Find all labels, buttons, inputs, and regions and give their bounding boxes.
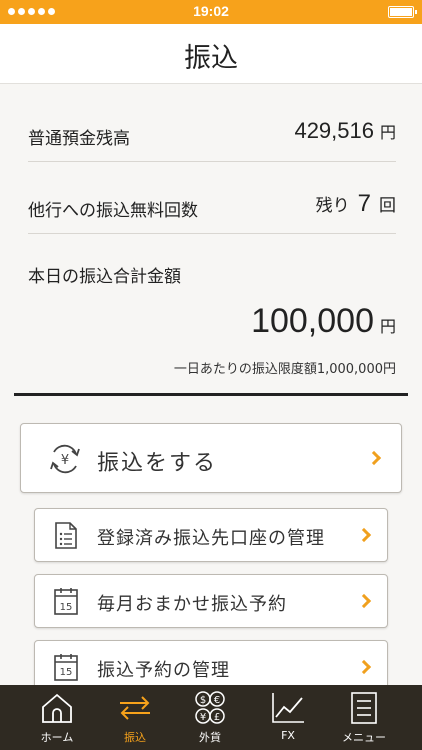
- divider: [28, 161, 396, 162]
- tab-transfer-label: 振込: [124, 731, 146, 744]
- chevron-right-icon: [366, 450, 382, 466]
- tab-home-label: ホーム: [40, 731, 74, 744]
- tab-bar: ホーム 振込 $ € ¥ £ 外貨 FX メニュー: [0, 685, 422, 750]
- monthly-reservation-button[interactable]: 15 毎月おまかせ振込予約: [34, 574, 388, 628]
- today-total-label: 本日の振込合計金額: [28, 267, 181, 287]
- transfer-button[interactable]: ¥ 振込をする: [20, 423, 402, 493]
- today-total-value: 100,000: [251, 302, 374, 340]
- svg-text:€: €: [214, 695, 220, 706]
- balance-row: 普通預金残高 429,516 円: [28, 116, 396, 152]
- manage-accounts-label: 登録済み振込先口座の管理: [97, 528, 325, 549]
- chevron-right-icon: [356, 593, 372, 609]
- chevron-right-icon: [356, 659, 372, 675]
- svg-text:¥: ¥: [200, 712, 206, 723]
- balance-value: 429,516: [294, 118, 374, 143]
- free-transfer-row: 他行への振込無料回数 残り 7 回: [28, 188, 396, 224]
- svg-text:£: £: [214, 712, 220, 723]
- tab-menu-label: メニュー: [342, 731, 386, 744]
- yen-transfer-icon: ¥: [50, 444, 80, 474]
- svg-text:15: 15: [60, 602, 73, 613]
- free-transfer-prefix: 残り: [315, 196, 350, 216]
- balance-amount: 429,516 円: [294, 118, 396, 144]
- line-chart-icon: [272, 693, 304, 723]
- today-total-row: 本日の振込合計金額 100,000 円: [28, 258, 396, 348]
- transfer-button-label: 振込をする: [97, 451, 218, 476]
- tab-foreign-currency[interactable]: $ € ¥ £ 外貨: [170, 685, 250, 750]
- svg-text:15: 15: [60, 667, 73, 678]
- tab-transfer[interactable]: 振込: [95, 685, 175, 750]
- transfer-arrows-icon: [120, 696, 150, 720]
- svg-text:$: $: [200, 695, 206, 706]
- status-time: 19:02: [193, 3, 229, 19]
- document-list-icon: [55, 522, 77, 549]
- calendar-icon: 15: [54, 588, 78, 615]
- today-total-unit: 円: [379, 317, 396, 336]
- today-total-amount: 100,000 円: [251, 302, 396, 341]
- currency-coins-icon: $ € ¥ £: [195, 691, 225, 724]
- balance-label: 普通預金残高: [28, 129, 130, 149]
- nav-header: 振込: [0, 24, 422, 84]
- status-bar: 19:02: [0, 0, 422, 24]
- section-divider: [14, 393, 408, 396]
- calendar-check-icon: 15: [54, 654, 78, 681]
- monthly-reservation-label: 毎月おまかせ振込予約: [97, 594, 287, 615]
- chevron-right-icon: [356, 527, 372, 543]
- tab-menu[interactable]: メニュー: [324, 685, 404, 750]
- page-title: 振込: [184, 43, 238, 74]
- tab-fx-label: FX: [281, 729, 295, 742]
- tab-fx[interactable]: FX: [248, 685, 328, 750]
- divider: [28, 233, 396, 234]
- manage-accounts-button[interactable]: 登録済み振込先口座の管理: [34, 508, 388, 562]
- manage-reservations-label: 振込予約の管理: [97, 660, 230, 681]
- daily-limit-note: 一日あたりの振込限度額1,000,000円: [173, 362, 396, 377]
- tab-home[interactable]: ホーム: [17, 685, 97, 750]
- free-transfer-remaining: 残り 7 回: [316, 190, 396, 218]
- svg-text:¥: ¥: [61, 453, 69, 468]
- battery-icon: [388, 6, 417, 18]
- menu-list-icon: [351, 692, 377, 724]
- home-icon: [42, 693, 72, 723]
- balance-unit: 円: [379, 123, 396, 142]
- free-transfer-count: 7: [357, 190, 371, 217]
- tab-foreign-currency-label: 外貨: [199, 731, 221, 744]
- free-transfer-unit: 回: [379, 196, 396, 216]
- free-transfer-label: 他行への振込無料回数: [28, 201, 198, 221]
